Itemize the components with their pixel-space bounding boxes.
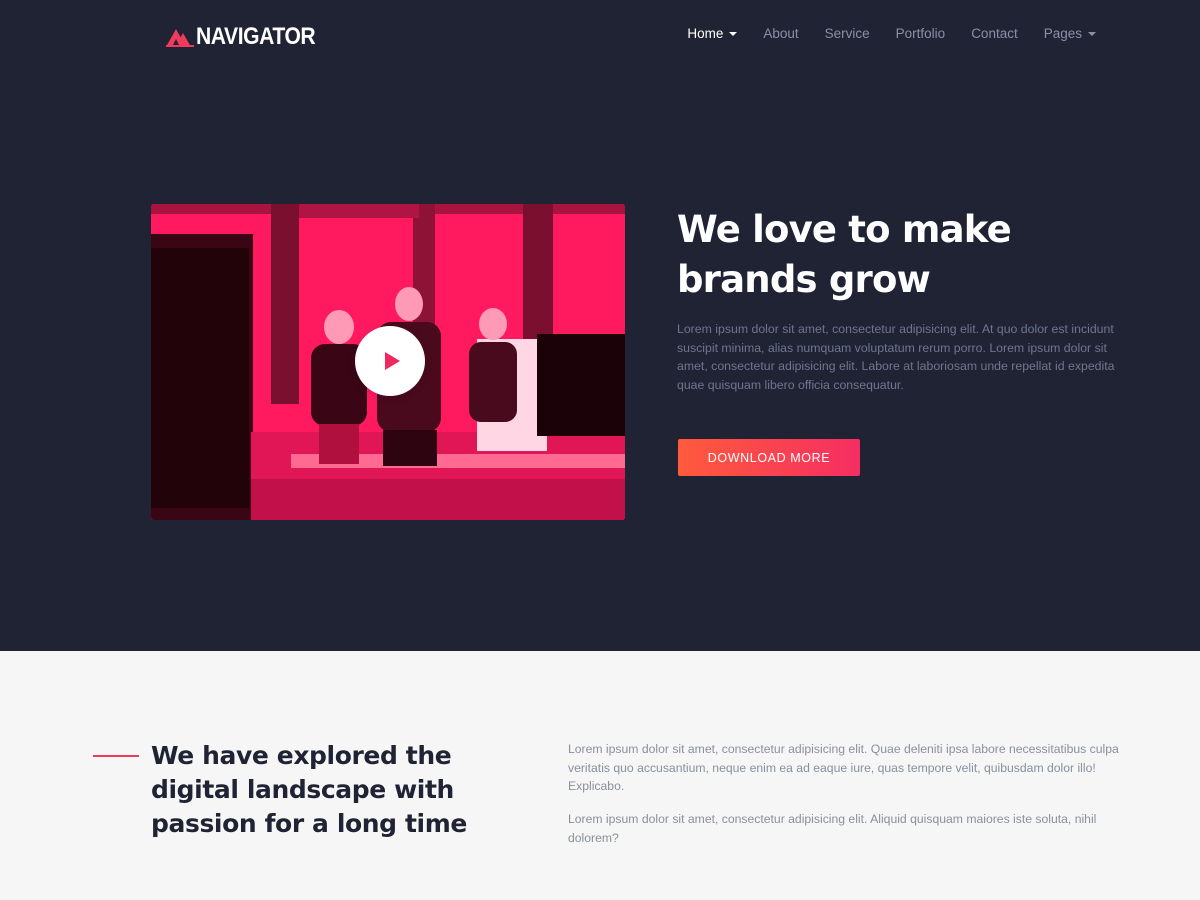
nav-menu: Home About Service Portfolio Contact Pag… xyxy=(661,26,1096,41)
nav-label: Contact xyxy=(971,26,1018,41)
nav-label: Pages xyxy=(1043,26,1082,41)
chevron-down-icon xyxy=(729,31,738,36)
nav-item-pages[interactable]: Pages xyxy=(1044,26,1096,41)
nav-label: Home xyxy=(687,26,724,41)
play-icon xyxy=(384,352,400,370)
nav-label: Service xyxy=(824,26,870,41)
download-more-button[interactable]: DOWNLOAD MORE xyxy=(678,439,860,476)
nav-label: Portfolio xyxy=(895,26,946,41)
nav-item-contact[interactable]: Contact xyxy=(971,26,1018,41)
hero-section: We love to make brands grow Lorem ipsum … xyxy=(0,74,1200,651)
nav-label: About xyxy=(763,26,799,41)
video-thumbnail[interactable] xyxy=(151,204,625,520)
navbar: NAVIGATOR Home About Service Portfolio C… xyxy=(0,0,1200,74)
hero-title: We love to make brands grow xyxy=(677,208,1012,301)
hero-description: Lorem ipsum dolor sit amet, consectetur … xyxy=(677,322,1115,392)
about-paragraph: Lorem ipsum dolor sit amet, consectetur … xyxy=(568,742,1119,794)
nav-item-home[interactable]: Home xyxy=(687,26,738,41)
nav-item-about[interactable]: About xyxy=(763,26,798,41)
accent-divider xyxy=(93,755,139,757)
chevron-down-icon xyxy=(1088,31,1096,36)
nav-item-portfolio[interactable]: Portfolio xyxy=(896,26,946,41)
brand-name: NAVIGATOR xyxy=(196,23,316,50)
about-title: We have explored the digital landscape w… xyxy=(151,741,467,838)
about-paragraph: Lorem ipsum dolor sit amet, consectetur … xyxy=(568,812,1097,845)
play-button[interactable] xyxy=(355,326,425,396)
mountain-logo-icon xyxy=(166,29,194,47)
brand-logo[interactable]: NAVIGATOR xyxy=(166,23,332,50)
about-section: We have explored the digital landscape w… xyxy=(0,651,1200,900)
nav-item-service[interactable]: Service xyxy=(825,26,870,41)
